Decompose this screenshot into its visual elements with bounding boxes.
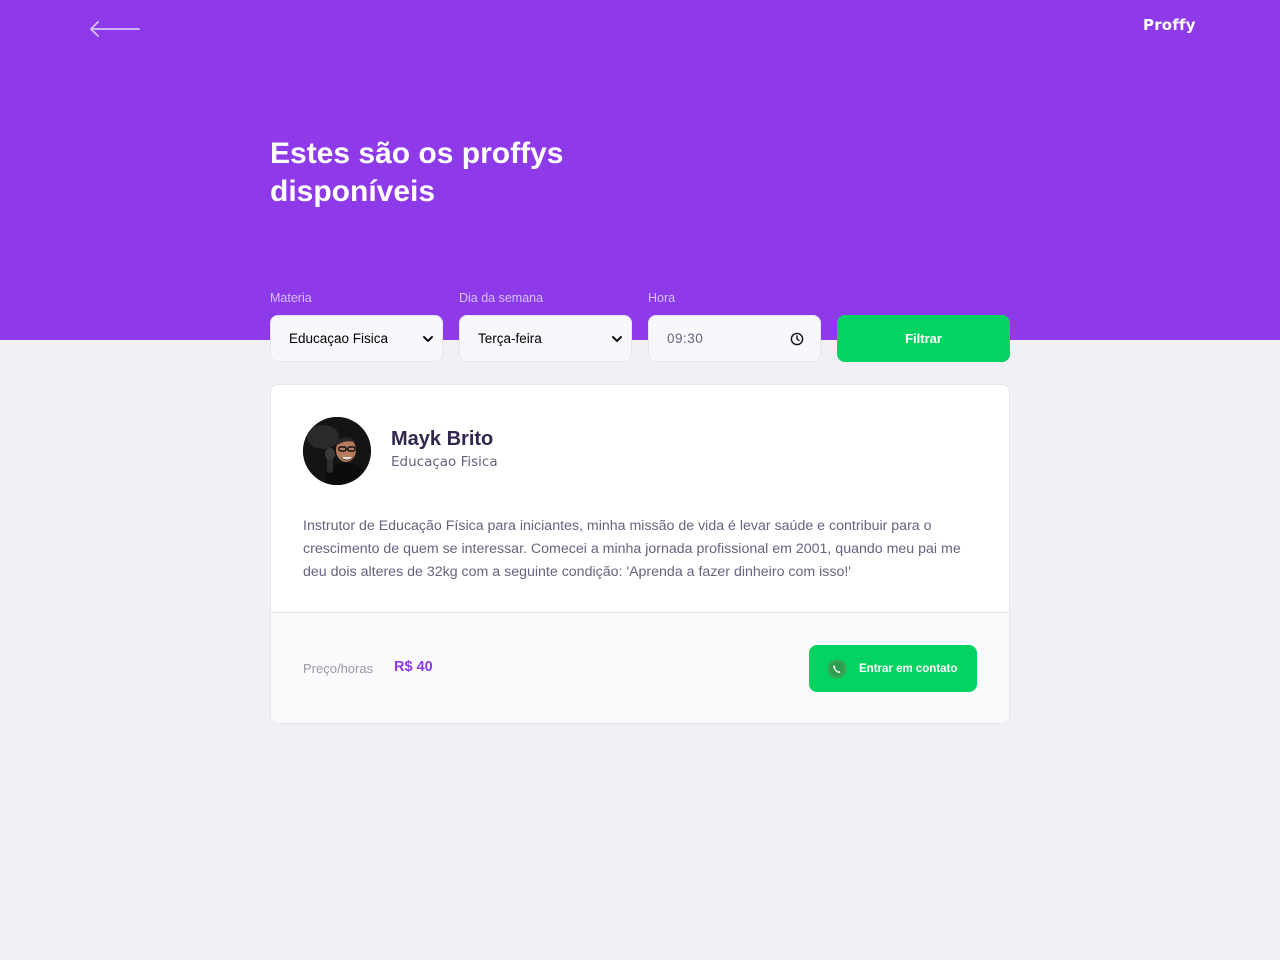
card-footer: Preço/horas R$ 40 Entrar em contato xyxy=(271,612,1009,723)
weekday-field: Dia da semana Terça-feira xyxy=(459,290,632,362)
subject-select-value: Educaçao Fisica xyxy=(289,331,389,346)
page-title: Estes são os proffys disponíveis xyxy=(270,137,564,208)
teacher-name: Mayk Brito xyxy=(391,428,494,450)
back-link[interactable] xyxy=(88,18,142,40)
logo: Proffy xyxy=(1143,16,1196,34)
time-input-value: 09:30 xyxy=(667,331,704,346)
weekday-select-value: Terça-feira xyxy=(478,331,542,346)
time-input[interactable]: 09:30 xyxy=(648,315,821,362)
weekday-label: Dia da semana xyxy=(459,291,544,305)
page-header: Proffy Estes são os proffys disponíveis xyxy=(0,0,1280,340)
contact-button[interactable]: Entrar em contato xyxy=(809,645,977,692)
subject-field: Materia Educaçao Fisica xyxy=(270,290,443,362)
chevron-down-icon xyxy=(612,336,622,342)
avatar xyxy=(303,417,371,485)
time-label: Hora xyxy=(648,291,676,305)
subject-select[interactable]: Educaçao Fisica xyxy=(270,315,443,362)
subject-label: Materia xyxy=(270,291,312,305)
teacher-card: Mayk Brito Educaçao Fisica Instrutor de … xyxy=(270,384,1010,724)
teacher-bio: Instrutor de Educação Física para inicia… xyxy=(303,518,961,580)
search-filters: Materia Educaçao Fisica Dia da semana Te… xyxy=(270,290,1010,362)
contact-button-label: Entrar em contato xyxy=(859,662,958,675)
weekday-select[interactable]: Terça-feira xyxy=(459,315,632,362)
whatsapp-icon xyxy=(827,659,847,678)
price-value: R$ 40 xyxy=(394,659,433,675)
time-field: Hora 09:30 xyxy=(648,290,821,362)
arrow-left-icon xyxy=(90,21,140,37)
price-label: Preço/horas xyxy=(303,661,374,676)
clock-icon[interactable] xyxy=(790,332,804,346)
chevron-down-icon xyxy=(423,336,433,342)
teacher-subject: Educaçao Fisica xyxy=(391,454,498,470)
filter-button[interactable]: Filtrar xyxy=(837,315,1010,362)
